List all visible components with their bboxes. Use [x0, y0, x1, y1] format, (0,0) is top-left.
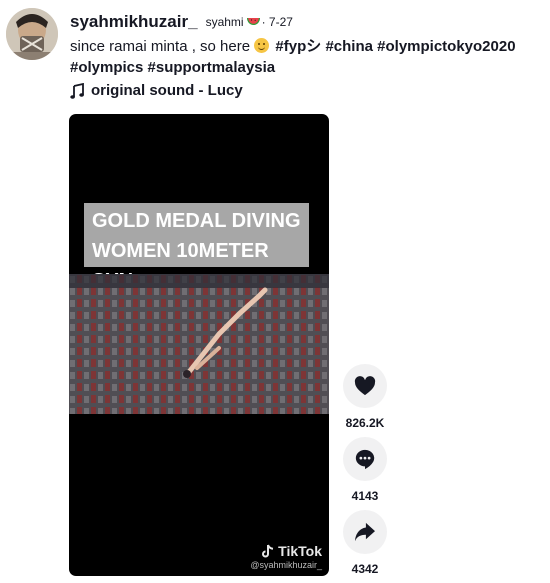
hashtag-link[interactable]: #olympics — [70, 59, 143, 76]
comment-icon — [355, 449, 375, 470]
video-frame — [69, 274, 329, 414]
share-count: 4342 — [351, 562, 379, 576]
caption-text: since ramai minta , so here — [70, 38, 251, 55]
avatar[interactable] — [6, 8, 58, 60]
hashtag-link[interactable]: #olympictokyo2020 — [377, 38, 515, 55]
video-text-overlay: GOLD MEDAL DIVING WOMEN 10METER SYN — [84, 203, 309, 292]
comment-button[interactable] — [343, 437, 387, 481]
avatar-image — [6, 8, 58, 60]
like-count: 826.2K — [345, 416, 385, 430]
nickname: syahmi — [205, 15, 244, 29]
heart-icon — [354, 376, 376, 396]
post-date: · 7-27 — [261, 15, 293, 29]
author-line: syahmikhuzair_ syahmi · 7-27 — [70, 12, 293, 32]
watermelon-icon — [246, 18, 260, 25]
smiling-face-icon — [254, 38, 270, 53]
comment-action: 4143 — [343, 437, 387, 503]
music-note-icon — [70, 82, 84, 99]
watermark-brand: TikTok — [278, 543, 322, 559]
username-link[interactable]: syahmikhuzair_ — [70, 12, 198, 32]
watermark-handle: @syahmikhuzair_ — [250, 560, 322, 570]
share-button[interactable] — [343, 510, 387, 554]
like-action: 826.2K — [343, 364, 387, 430]
like-button[interactable] — [343, 364, 387, 408]
video-player[interactable]: GOLD MEDAL DIVING WOMEN 10METER SYN TikT… — [69, 114, 329, 576]
hashtag-link[interactable]: #supportmalaysia — [148, 59, 276, 76]
tiktok-watermark: TikTok @syahmikhuzair_ — [250, 543, 322, 570]
share-action: 4342 — [343, 510, 387, 576]
overlay-line: GOLD MEDAL DIVING — [92, 210, 301, 232]
tiktok-logo-icon — [262, 544, 274, 557]
sound-link[interactable]: original sound - Lucy — [70, 82, 243, 99]
caption: since ramai minta , so here #fypシ #china… — [70, 36, 540, 78]
sound-name: original sound - Lucy — [91, 82, 243, 99]
hashtag-link[interactable]: #china — [325, 38, 373, 55]
comment-count: 4143 — [351, 489, 379, 503]
hashtag-link[interactable]: #fypシ — [275, 38, 321, 55]
share-arrow-icon — [355, 522, 375, 542]
